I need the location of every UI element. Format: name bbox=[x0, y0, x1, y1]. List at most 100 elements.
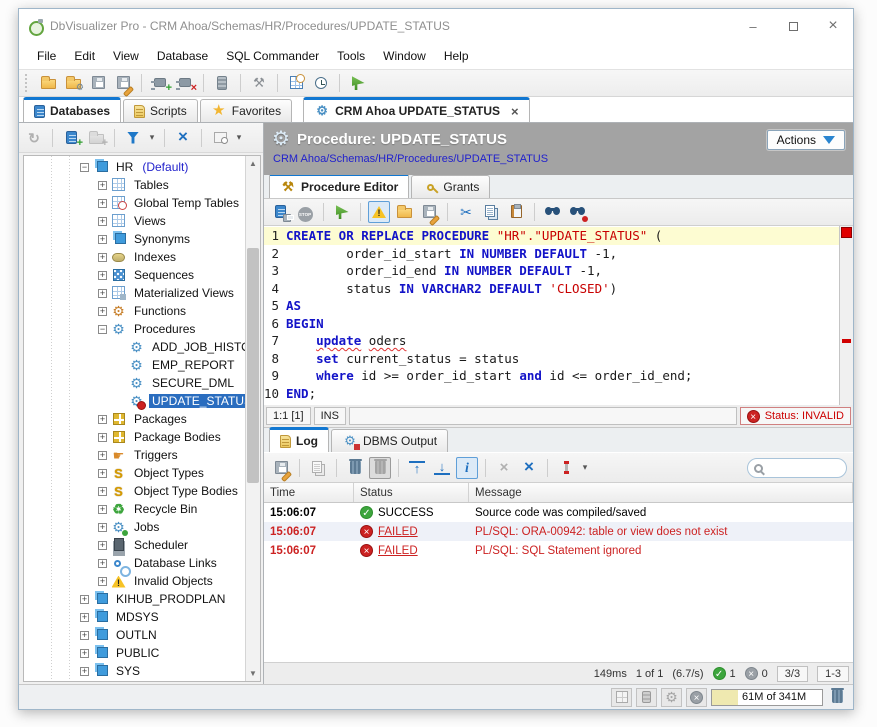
actions-button[interactable]: Actions bbox=[767, 130, 845, 150]
cancel-status-button[interactable]: × bbox=[686, 688, 707, 707]
toolbar-grip[interactable] bbox=[25, 74, 30, 92]
compile-save-button[interactable] bbox=[269, 201, 291, 223]
save-button[interactable] bbox=[87, 72, 109, 94]
tree-item-triggers[interactable]: +Triggers bbox=[24, 446, 245, 464]
tree-toggle-plus[interactable]: + bbox=[80, 613, 89, 622]
tree-item-sequences[interactable]: +Sequences bbox=[24, 266, 245, 284]
code-editor[interactable]: 1CREATE OR REPLACE PROCEDURE "HR"."UPDAT… bbox=[264, 226, 853, 405]
tree-item-views[interactable]: +Views bbox=[24, 212, 245, 230]
code-lines[interactable]: 1CREATE OR REPLACE PROCEDURE "HR"."UPDAT… bbox=[264, 226, 839, 405]
breadcrumb[interactable]: CRM Ahoa/Schemas/HR/Procedures/UPDATE_ST… bbox=[273, 153, 845, 165]
tab-grants[interactable]: Grants bbox=[411, 175, 490, 198]
database-column-button[interactable] bbox=[211, 72, 233, 94]
open-file-button[interactable] bbox=[37, 72, 59, 94]
close-button[interactable]: × bbox=[813, 9, 853, 43]
stop-button[interactable]: STOP bbox=[294, 201, 316, 223]
tree-toggle-plus[interactable]: + bbox=[98, 253, 107, 262]
show-errors-button[interactable]: ! bbox=[368, 201, 390, 223]
tree-toggle-plus[interactable]: + bbox=[98, 415, 107, 424]
column-header-status[interactable]: Status bbox=[354, 483, 469, 502]
tree-toggle-plus[interactable]: + bbox=[98, 451, 107, 460]
object-tab-close-icon[interactable]: × bbox=[511, 104, 519, 119]
tree-item-emp-report[interactable]: EMP_REPORT bbox=[24, 356, 245, 374]
tree-toggle-plus[interactable]: + bbox=[98, 181, 107, 190]
open-folder-button[interactable] bbox=[393, 201, 415, 223]
tree-item-scheduler[interactable]: +Scheduler bbox=[24, 536, 245, 554]
column-header-time[interactable]: Time bbox=[264, 483, 354, 502]
code-line-3[interactable]: 3 order_id_end IN NUMBER DEFAULT -1, bbox=[264, 262, 839, 280]
copy-disabled-button[interactable] bbox=[307, 457, 329, 479]
code-line-9[interactable]: 9 where id >= order_id_start and id <= o… bbox=[264, 367, 839, 385]
tree-item-synonyms[interactable]: +Synonyms bbox=[24, 230, 245, 248]
tree-item-mdsys[interactable]: +MDSYS bbox=[24, 608, 245, 626]
create-connection-button[interactable] bbox=[60, 127, 82, 149]
tree-item-invalid-objects[interactable]: +!Invalid Objects bbox=[24, 572, 245, 590]
tree-item-indexes[interactable]: +Indexes bbox=[24, 248, 245, 266]
tree-toggle-plus[interactable]: + bbox=[80, 595, 89, 604]
code-line-5[interactable]: 5AS bbox=[264, 297, 839, 315]
tree-toggle-plus[interactable]: + bbox=[98, 559, 107, 568]
tree-item-secure-dml[interactable]: SECURE_DML bbox=[24, 374, 245, 392]
tree-toggle-minus[interactable]: − bbox=[98, 325, 107, 334]
minimize-button[interactable]: – bbox=[733, 9, 773, 43]
row-height-button[interactable] bbox=[555, 457, 577, 479]
code-line-2[interactable]: 2 order_id_start IN NUMBER DEFAULT -1, bbox=[264, 245, 839, 263]
tree-toggle-plus[interactable]: + bbox=[80, 649, 89, 658]
tree-toggle-plus[interactable]: + bbox=[98, 541, 107, 550]
copy-button[interactable] bbox=[480, 201, 502, 223]
show-info-button[interactable] bbox=[456, 457, 478, 479]
code-line-6[interactable]: 6BEGIN bbox=[264, 315, 839, 333]
find-button[interactable] bbox=[542, 201, 564, 223]
menu-item-sql-commander[interactable]: SQL Commander bbox=[218, 46, 327, 66]
tree-toggle-minus[interactable]: − bbox=[80, 163, 89, 172]
preview-dropdown-icon[interactable]: ▾ bbox=[234, 132, 244, 143]
grid-clock-button[interactable] bbox=[285, 72, 307, 94]
log-search-input[interactable] bbox=[747, 458, 847, 478]
tree-item-package-bodies[interactable]: +Package Bodies bbox=[24, 428, 245, 446]
tree-item-procedures[interactable]: −Procedures bbox=[24, 320, 245, 338]
code-line-7[interactable]: 7 update oders bbox=[264, 332, 839, 350]
tab-log[interactable]: Log bbox=[269, 427, 329, 452]
filter-button[interactable] bbox=[122, 127, 144, 149]
tab-dbms-output[interactable]: DBMS Output bbox=[331, 429, 448, 452]
scrollbar-thumb[interactable] bbox=[247, 248, 259, 483]
tree-toggle-plus[interactable]: + bbox=[98, 199, 107, 208]
scroll-top-button[interactable] bbox=[406, 457, 428, 479]
error-marker-global[interactable] bbox=[841, 227, 852, 238]
tree-item-global-temp-tables[interactable]: +Global Temp Tables bbox=[24, 194, 245, 212]
tree-toggle-plus[interactable]: + bbox=[98, 217, 107, 226]
menu-item-file[interactable]: File bbox=[29, 46, 64, 66]
gc-trash-button[interactable] bbox=[827, 689, 847, 705]
tree-toggle-plus[interactable]: + bbox=[98, 505, 107, 514]
clear-log-button[interactable] bbox=[344, 457, 366, 479]
code-line-10[interactable]: 10END; bbox=[264, 385, 839, 403]
collapse-all-button[interactable] bbox=[172, 127, 194, 149]
tree-toggle-plus[interactable]: + bbox=[98, 289, 107, 298]
tree-item-add-job-history[interactable]: ADD_JOB_HISTORY bbox=[24, 338, 245, 356]
menu-item-tools[interactable]: Tools bbox=[329, 46, 373, 66]
tree-toggle-plus[interactable]: + bbox=[98, 433, 107, 442]
save-as-button[interactable] bbox=[112, 72, 134, 94]
object-preview-button[interactable] bbox=[209, 127, 231, 149]
tree-item-hr[interactable]: −HR(Default) bbox=[24, 158, 245, 176]
tree-item-packages[interactable]: +Packages bbox=[24, 410, 245, 428]
tab-favorites[interactable]: Favorites bbox=[200, 99, 292, 122]
tree-toggle-plus[interactable]: + bbox=[98, 577, 107, 586]
tree-toggle-plus[interactable]: + bbox=[98, 235, 107, 244]
connect-button[interactable] bbox=[149, 72, 171, 94]
refresh-button[interactable] bbox=[23, 127, 45, 149]
menu-item-database[interactable]: Database bbox=[149, 46, 216, 66]
tab-procedure-editor[interactable]: Procedure Editor bbox=[269, 173, 409, 198]
tree-item-public[interactable]: +PUBLIC bbox=[24, 644, 245, 662]
column-header-message[interactable]: Message bbox=[469, 483, 853, 502]
save-as-edit-button[interactable] bbox=[418, 201, 440, 223]
clock-button[interactable] bbox=[310, 72, 332, 94]
tree-item-update-status[interactable]: UPDATE_STATUS bbox=[24, 392, 245, 410]
tree-item-database-links[interactable]: +Database Links bbox=[24, 554, 245, 572]
insert-mode[interactable]: INS bbox=[314, 407, 346, 425]
tree-item-materialized-views[interactable]: +Materialized Views bbox=[24, 284, 245, 302]
tree-scrollbar[interactable]: ▲ ▼ bbox=[245, 156, 260, 681]
tab-databases[interactable]: Databases bbox=[23, 97, 121, 122]
paste-button[interactable] bbox=[505, 201, 527, 223]
grid-status-button[interactable] bbox=[611, 688, 632, 707]
